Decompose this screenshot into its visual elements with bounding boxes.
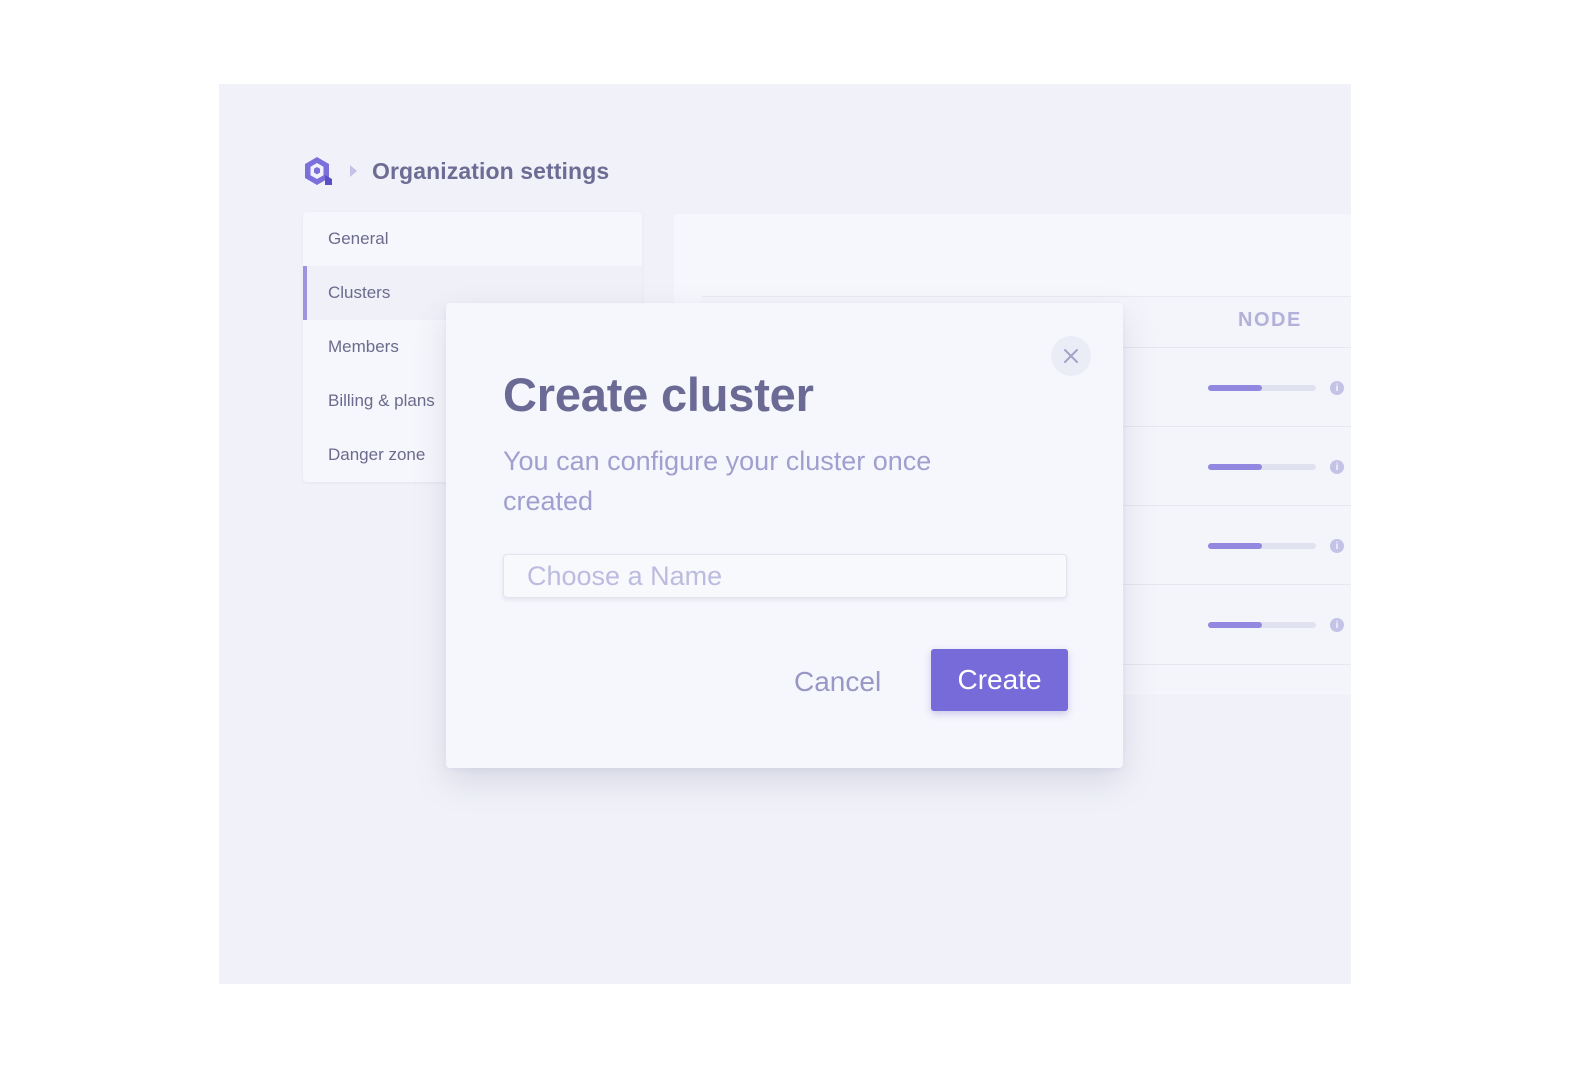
cluster-name-input[interactable] bbox=[503, 554, 1067, 598]
breadcrumb: Organization settings bbox=[303, 156, 609, 186]
info-icon[interactable]: i bbox=[1330, 618, 1344, 632]
caret-right-icon bbox=[349, 164, 358, 178]
close-icon bbox=[1064, 349, 1078, 363]
node-column-header: NODE bbox=[1238, 309, 1302, 331]
close-button[interactable] bbox=[1051, 336, 1091, 376]
sidebar-item-label: General bbox=[328, 229, 389, 248]
info-icon[interactable]: i bbox=[1330, 460, 1344, 474]
sidebar-item-label: Members bbox=[328, 337, 399, 356]
node-usage-bar bbox=[1208, 385, 1316, 391]
node-usage-fill bbox=[1208, 543, 1262, 549]
hexagon-logo-icon[interactable] bbox=[303, 156, 333, 186]
dialog-title: Create cluster bbox=[503, 368, 814, 421]
node-usage-bar bbox=[1208, 464, 1316, 470]
info-icon[interactable]: i bbox=[1330, 539, 1344, 553]
node-usage-fill bbox=[1208, 464, 1262, 470]
create-button[interactable]: Create bbox=[931, 649, 1068, 711]
sidebar-item-label: Clusters bbox=[328, 283, 391, 302]
node-usage-bar bbox=[1208, 543, 1316, 549]
sidebar-item-general[interactable]: General bbox=[303, 212, 642, 266]
page-title: Organization settings bbox=[372, 157, 610, 184]
cancel-button[interactable]: Cancel bbox=[776, 652, 899, 712]
dialog-description: You can configure your cluster once crea… bbox=[503, 446, 932, 516]
node-usage-bar bbox=[1208, 622, 1316, 628]
create-cluster-dialog: Create cluster You can configure your cl… bbox=[446, 303, 1123, 768]
sidebar-item-label: Danger zone bbox=[328, 445, 426, 464]
node-usage-fill bbox=[1208, 622, 1262, 628]
info-icon[interactable]: i bbox=[1330, 381, 1344, 395]
node-usage-fill bbox=[1208, 385, 1262, 391]
sidebar-item-label: Billing & plans bbox=[328, 391, 435, 410]
